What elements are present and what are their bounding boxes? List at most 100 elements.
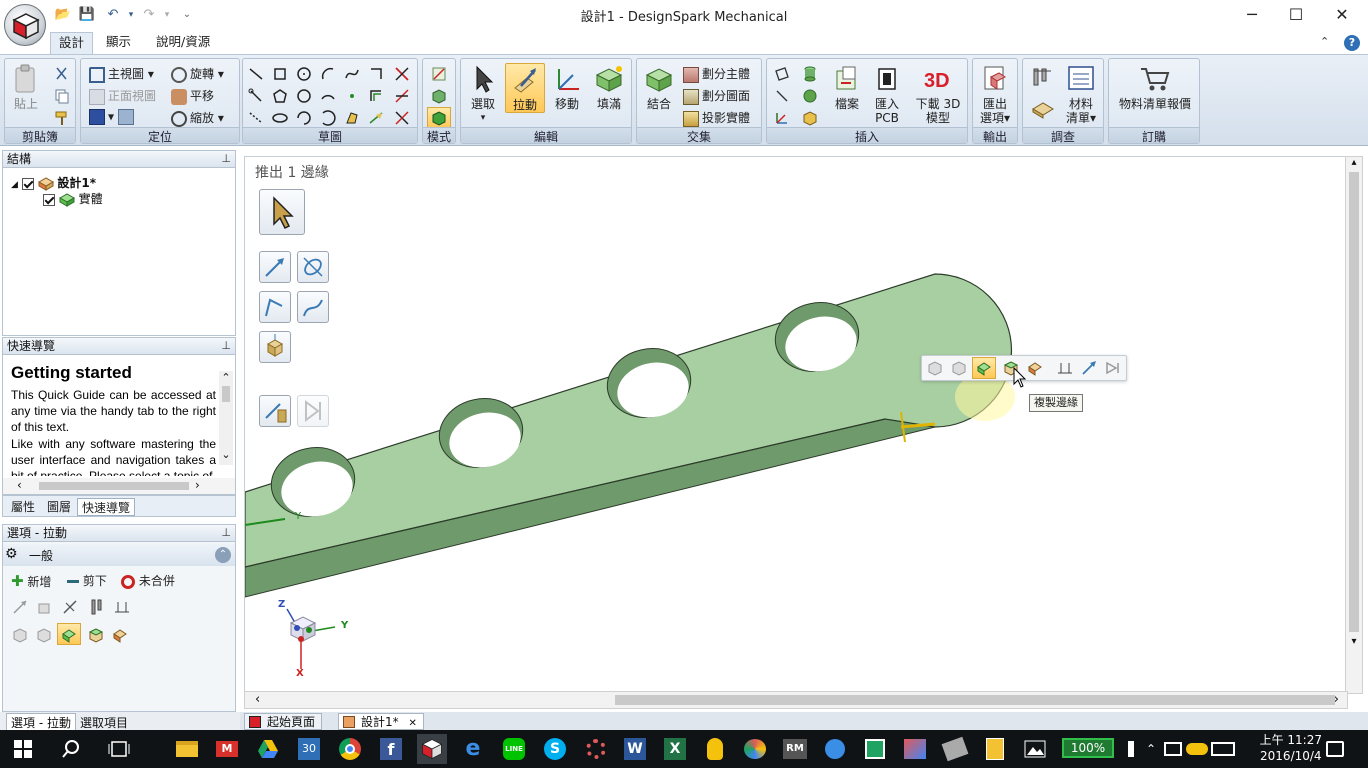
project-button[interactable]: 投影實體	[683, 109, 750, 127]
pull-option-1-icon[interactable]	[11, 598, 29, 616]
fill-sketch-icon[interactable]	[343, 109, 361, 127]
gmail-icon[interactable]: M	[212, 734, 242, 764]
mass-properties-icon[interactable]	[1031, 97, 1055, 119]
circle-tool-icon[interactable]	[295, 65, 313, 83]
quick-guide-hscroll[interactable]: ‹ ›	[3, 478, 235, 494]
combine-button[interactable]: 結合	[639, 63, 679, 111]
origin-icon[interactable]	[773, 109, 791, 127]
line-tool-icon[interactable]	[247, 65, 265, 83]
bill-of-materials-button[interactable]: 材料 清單▾	[1061, 63, 1101, 125]
system-clock[interactable]: 上午 11:27 2016/10/4	[1260, 732, 1322, 764]
windows-start-icon[interactable]	[8, 734, 38, 764]
cut-option[interactable]: 剪下	[67, 572, 107, 589]
maximize-button[interactable]: ☐	[1281, 4, 1311, 26]
bom-quote-button[interactable]: 物料清單報價	[1113, 63, 1197, 111]
tab-start-page[interactable]: 起始頁面	[244, 713, 323, 730]
scroll-down-icon[interactable]: ⌄	[219, 448, 233, 461]
view-cube-button[interactable]: ▾	[89, 109, 137, 125]
edge-browser-icon[interactable]: e	[458, 734, 488, 764]
edge-option-4-icon[interactable]	[87, 626, 105, 644]
pull-option-3-icon[interactable]	[61, 598, 79, 616]
collapse-icon[interactable]: ◢	[11, 180, 18, 190]
scroll-up-icon[interactable]: ▴	[1346, 157, 1362, 168]
3d-part[interactable]: Y	[245, 157, 1345, 693]
pin-icon[interactable]: ⊥	[221, 338, 231, 354]
tab-design1[interactable]: 設計1* ✕	[338, 713, 424, 730]
close-button[interactable]: ✕	[1327, 4, 1357, 26]
split-face-button[interactable]: 劃分圖面	[683, 87, 750, 105]
paint-icon[interactable]	[740, 734, 770, 764]
3d-viewport[interactable]: 推出 1 邊緣 Y 複製邊緣 Z Y X	[244, 156, 1348, 694]
collapse-section-icon[interactable]: ⌃	[215, 547, 231, 563]
tab-selection[interactable]: 選取項目	[80, 714, 128, 731]
mini-edge-2-icon[interactable]	[950, 359, 968, 377]
app-tools-icon[interactable]	[940, 734, 970, 764]
app-blue-icon[interactable]	[820, 734, 850, 764]
scroll-down-icon[interactable]: ▾	[1346, 636, 1362, 647]
google-drive-icon[interactable]	[253, 734, 283, 764]
trim-tool-icon[interactable]	[393, 65, 411, 83]
tree-body-checkbox[interactable]	[43, 193, 55, 206]
point-tool-icon[interactable]	[343, 87, 361, 105]
section-mode-icon[interactable]	[430, 87, 448, 105]
mini-edge-1-icon[interactable]	[926, 359, 944, 377]
sketch-mode-icon[interactable]	[430, 65, 448, 83]
mini-up-to-icon[interactable]	[1104, 359, 1122, 377]
format-painter-icon[interactable]	[53, 109, 71, 127]
mini-edge-3-icon[interactable]	[975, 359, 993, 377]
quick-guide-vscroll[interactable]: ⌃ ⌄	[219, 371, 233, 465]
rectangle-tool-icon[interactable]	[271, 65, 289, 83]
tab-display[interactable]: 顯示	[98, 32, 139, 54]
edge-option-1-icon[interactable]	[11, 626, 29, 644]
import-pcb-button[interactable]: 匯入 PCB	[867, 63, 907, 125]
pull-option-4-icon[interactable]	[89, 598, 107, 616]
edge-option-5-icon[interactable]	[111, 626, 129, 644]
plane-icon[interactable]	[773, 65, 791, 83]
export-options-button[interactable]: 匯出 選項▾	[975, 63, 1015, 125]
sweep-arc-icon[interactable]	[295, 109, 313, 127]
photos-icon[interactable]	[1020, 734, 1050, 764]
shell-icon[interactable]	[801, 109, 819, 127]
file-insert-button[interactable]: 檔案	[827, 63, 867, 111]
polygon-tool-icon[interactable]	[271, 87, 289, 105]
help-icon[interactable]: ?	[1344, 35, 1360, 51]
ellipse-tool-icon[interactable]	[271, 109, 289, 127]
scroll-left-icon[interactable]: ‹	[255, 692, 260, 707]
calendar-icon[interactable]: 30	[294, 734, 324, 764]
home-view-button[interactable]: 主視圖 ▾	[89, 65, 154, 83]
pin-icon[interactable]: ⊥	[221, 525, 231, 541]
edge-option-3-icon[interactable]	[60, 626, 78, 644]
select-button[interactable]: 選取 ▾	[463, 63, 503, 125]
options-section-header[interactable]: ⚙ 一般 ⌃	[3, 544, 235, 566]
project-sketch-icon[interactable]	[367, 109, 385, 127]
skype-icon[interactable]: S	[540, 734, 570, 764]
chrome-icon[interactable]	[335, 734, 365, 764]
no-merge-option[interactable]: 未合併	[121, 572, 175, 589]
tree-root-row[interactable]: ◢ 設計1*	[11, 174, 96, 191]
construction-line-icon[interactable]	[247, 109, 265, 127]
task-view-icon[interactable]	[104, 734, 134, 764]
app-files-icon[interactable]	[980, 734, 1010, 764]
tab-properties[interactable]: 屬性	[7, 498, 39, 516]
line-app-icon[interactable]: LINE	[499, 734, 529, 764]
tree-body-row[interactable]: 實體	[43, 190, 103, 207]
paste-button[interactable]: 貼上	[7, 63, 45, 111]
copy-icon[interactable]	[53, 87, 71, 105]
spline-tool-icon[interactable]	[343, 65, 361, 83]
split-line-icon[interactable]	[393, 109, 411, 127]
rm-app-icon[interactable]: RM	[780, 734, 810, 764]
zoom-button[interactable]: 縮放 ▾	[171, 109, 224, 127]
scroll-left-icon[interactable]: ‹	[17, 478, 22, 492]
pull-option-2-icon[interactable]	[35, 598, 53, 616]
3d-mode-icon[interactable]	[430, 109, 448, 127]
keyboard-icon[interactable]	[1208, 734, 1238, 764]
tab-design[interactable]: 設計	[50, 32, 94, 54]
extend-tool-icon[interactable]	[393, 87, 411, 105]
app-logo-icon[interactable]	[4, 4, 46, 46]
designspark-taskbar-icon[interactable]	[417, 734, 447, 764]
notifications-icon[interactable]	[1320, 734, 1350, 764]
pin-icon[interactable]: ⊥	[221, 151, 231, 167]
minimize-button[interactable]: ─	[1237, 4, 1267, 26]
tangent-line-icon[interactable]	[247, 87, 265, 105]
move-button[interactable]: 移動	[547, 63, 587, 111]
